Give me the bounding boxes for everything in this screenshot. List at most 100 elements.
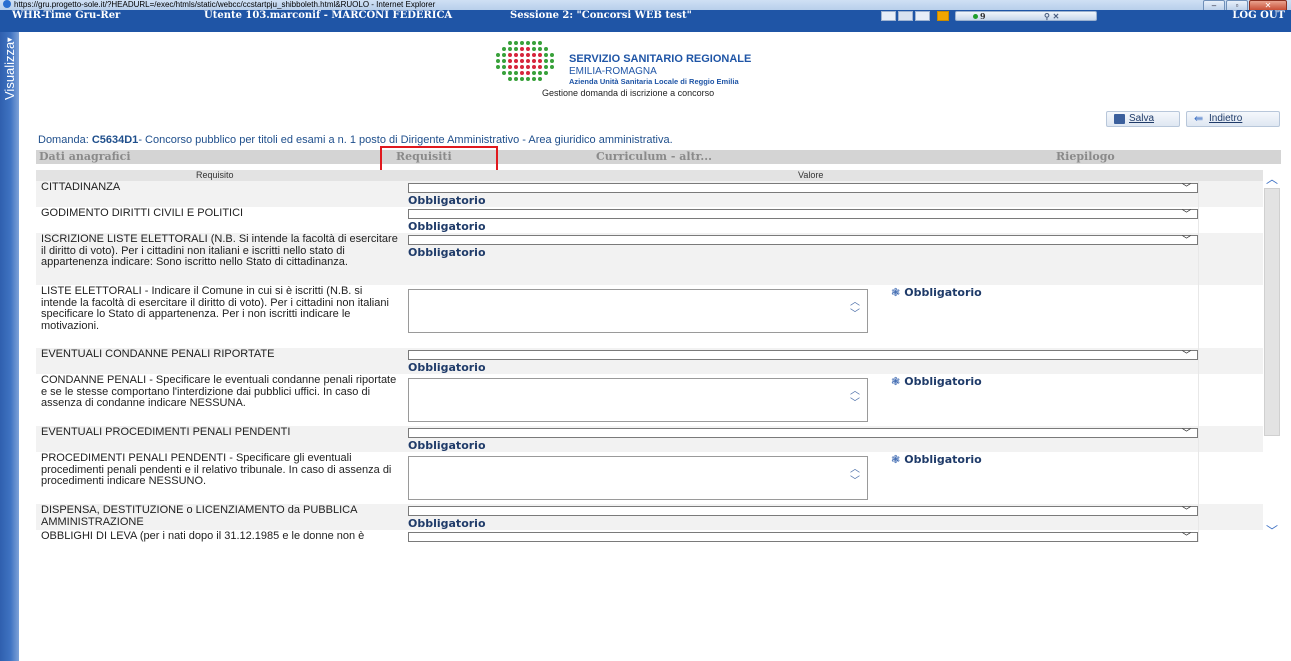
required-indicator: Obbligatorio bbox=[408, 220, 486, 233]
spellcheck-icon[interactable]: ❃ bbox=[891, 286, 900, 299]
print-icon[interactable] bbox=[881, 11, 896, 21]
favorites-icon[interactable] bbox=[937, 11, 949, 21]
floppy-disk-icon bbox=[1114, 114, 1125, 124]
logo-dot bbox=[502, 77, 506, 81]
tab-curriculum[interactable]: Curriculum - altr... bbox=[596, 150, 712, 164]
spellcheck-icon[interactable]: ❃ bbox=[891, 375, 900, 388]
scroll-down-icon[interactable]: ﹀ bbox=[1266, 522, 1278, 539]
requirement-label: ISCRIZIONE LISTE ELETTORALI (N.B. Si int… bbox=[41, 233, 398, 268]
application-description: Domanda: C5634D1- Concorso pubblico per … bbox=[38, 134, 673, 146]
requirements-grid: CITTADINANZA ﹀ Obbligatorio GODIMENTO DI… bbox=[36, 181, 1263, 542]
required-indicator: Obbligatorio bbox=[408, 246, 486, 259]
back-arrow-icon: ⇚ bbox=[1194, 113, 1204, 125]
back-button[interactable]: ⇚ Indietro bbox=[1186, 111, 1280, 127]
window-controls: – ▫ ✕ bbox=[1203, 0, 1287, 10]
logo-dot bbox=[550, 65, 554, 69]
requirement-label: DISPENSA, DESTITUZIONE o LICENZIAMENTO d… bbox=[41, 504, 357, 528]
logo-dot bbox=[514, 59, 518, 63]
logo-dot bbox=[550, 71, 554, 75]
logo-dot bbox=[544, 65, 548, 69]
logo-dot bbox=[514, 77, 518, 81]
requirement-label: GODIMENTO DIRITTI CIVILI E POLITICI bbox=[41, 207, 244, 219]
scroll-up-icon[interactable]: ︿ bbox=[1266, 170, 1278, 187]
logo-dot bbox=[508, 71, 512, 75]
column-header-requisito: Requisito bbox=[196, 170, 234, 180]
logo-dot bbox=[550, 77, 554, 81]
logo-dot bbox=[544, 47, 548, 51]
logo-dot bbox=[544, 53, 548, 57]
tab-dati-anagrafici[interactable]: Dati anagrafici bbox=[39, 150, 131, 164]
quick-search-input[interactable]: 9 ⚲ ✕ bbox=[955, 11, 1097, 21]
logo-dot bbox=[508, 65, 512, 69]
logo-dot bbox=[496, 77, 500, 81]
logo-dot bbox=[496, 71, 500, 75]
sidebar-arrow-icon[interactable]: ► bbox=[6, 35, 14, 44]
browser-window: { "browser": { "title": "https://gru.pro… bbox=[0, 0, 1291, 661]
logo-dot bbox=[544, 71, 548, 75]
logo-dot bbox=[544, 41, 548, 45]
value-textarea[interactable] bbox=[408, 378, 868, 422]
page-subtitle: Gestione domanda di iscrizione a concors… bbox=[542, 88, 715, 98]
logo-dot bbox=[502, 47, 506, 51]
requirement-label: CONDANNE PENALI - Specificare le eventua… bbox=[41, 374, 397, 409]
logo-dot bbox=[526, 41, 530, 45]
minimize-button[interactable]: – bbox=[1203, 0, 1225, 10]
logo-dot bbox=[496, 65, 500, 69]
scrollbar-thumb[interactable] bbox=[1264, 188, 1280, 436]
logo-dot bbox=[496, 53, 500, 57]
logo-dot bbox=[532, 47, 536, 51]
network-icon[interactable] bbox=[898, 11, 913, 21]
required-indicator: Obbligatorio bbox=[408, 517, 486, 530]
grid-scrollbar[interactable]: ︿ ﹀ bbox=[1263, 170, 1281, 542]
toolbar-icons bbox=[881, 11, 930, 21]
value-select[interactable]: ﹀ bbox=[408, 532, 1198, 542]
grid-header: Requisito Valore bbox=[36, 170, 1281, 181]
logo-dot bbox=[526, 53, 530, 57]
value-select[interactable]: ﹀ bbox=[408, 428, 1198, 438]
logo-dot bbox=[538, 71, 542, 75]
visualizza-sidebar[interactable]: Visualizza bbox=[0, 32, 19, 661]
logo-dot bbox=[526, 65, 530, 69]
required-indicator: ❃ Obbligatorio bbox=[891, 375, 982, 388]
maximize-button[interactable]: ▫ bbox=[1226, 0, 1248, 10]
required-text: Obbligatorio bbox=[904, 375, 982, 388]
value-select[interactable]: ﹀ bbox=[408, 209, 1198, 219]
chevron-down-icon: ﹀ bbox=[1181, 183, 1191, 193]
logo-dot bbox=[550, 53, 554, 57]
value-select[interactable]: ﹀ bbox=[408, 183, 1198, 193]
column-divider bbox=[1198, 374, 1199, 426]
close-window-button[interactable]: ✕ bbox=[1249, 0, 1287, 10]
logo-dot bbox=[526, 77, 530, 81]
logo-dot bbox=[508, 53, 512, 57]
active-tab-highlight bbox=[380, 146, 498, 172]
tab-riepilogo[interactable]: Riepilogo bbox=[1056, 150, 1115, 164]
logo-dot bbox=[514, 65, 518, 69]
textarea-scroll-icon[interactable]: ︿ ﹀ bbox=[848, 464, 862, 488]
search-icon[interactable]: ⚲ ✕ bbox=[1044, 12, 1059, 20]
logo-dot bbox=[520, 77, 524, 81]
required-text: Obbligatorio bbox=[904, 453, 982, 466]
tools-icon[interactable] bbox=[915, 11, 930, 21]
logo-dot bbox=[514, 71, 518, 75]
quick-search-value: 9 bbox=[980, 11, 986, 21]
sidebar-label: Visualizza bbox=[2, 42, 17, 101]
logo-dot bbox=[538, 77, 542, 81]
value-select[interactable]: ﹀ bbox=[408, 350, 1198, 360]
logo-dot bbox=[526, 71, 530, 75]
logo-dot bbox=[520, 65, 524, 69]
column-divider bbox=[1198, 285, 1199, 348]
value-textarea[interactable] bbox=[408, 456, 868, 500]
textarea-scroll-icon[interactable]: ︿ ﹀ bbox=[848, 386, 862, 410]
value-select[interactable]: ﹀ bbox=[408, 235, 1198, 245]
logo-dot bbox=[544, 77, 548, 81]
chevron-down-icon: ﹀ bbox=[1181, 506, 1191, 516]
logout-button[interactable]: LOG OUT bbox=[1232, 10, 1285, 22]
save-button[interactable]: Salva bbox=[1106, 111, 1180, 127]
logo-dot bbox=[514, 47, 518, 51]
spellcheck-icon[interactable]: ❃ bbox=[891, 453, 900, 466]
logo-dot bbox=[496, 41, 500, 45]
value-select[interactable]: ﹀ bbox=[408, 506, 1198, 516]
logo-dot bbox=[520, 53, 524, 57]
value-textarea[interactable] bbox=[408, 289, 868, 333]
textarea-scroll-icon[interactable]: ︿ ﹀ bbox=[848, 297, 862, 321]
